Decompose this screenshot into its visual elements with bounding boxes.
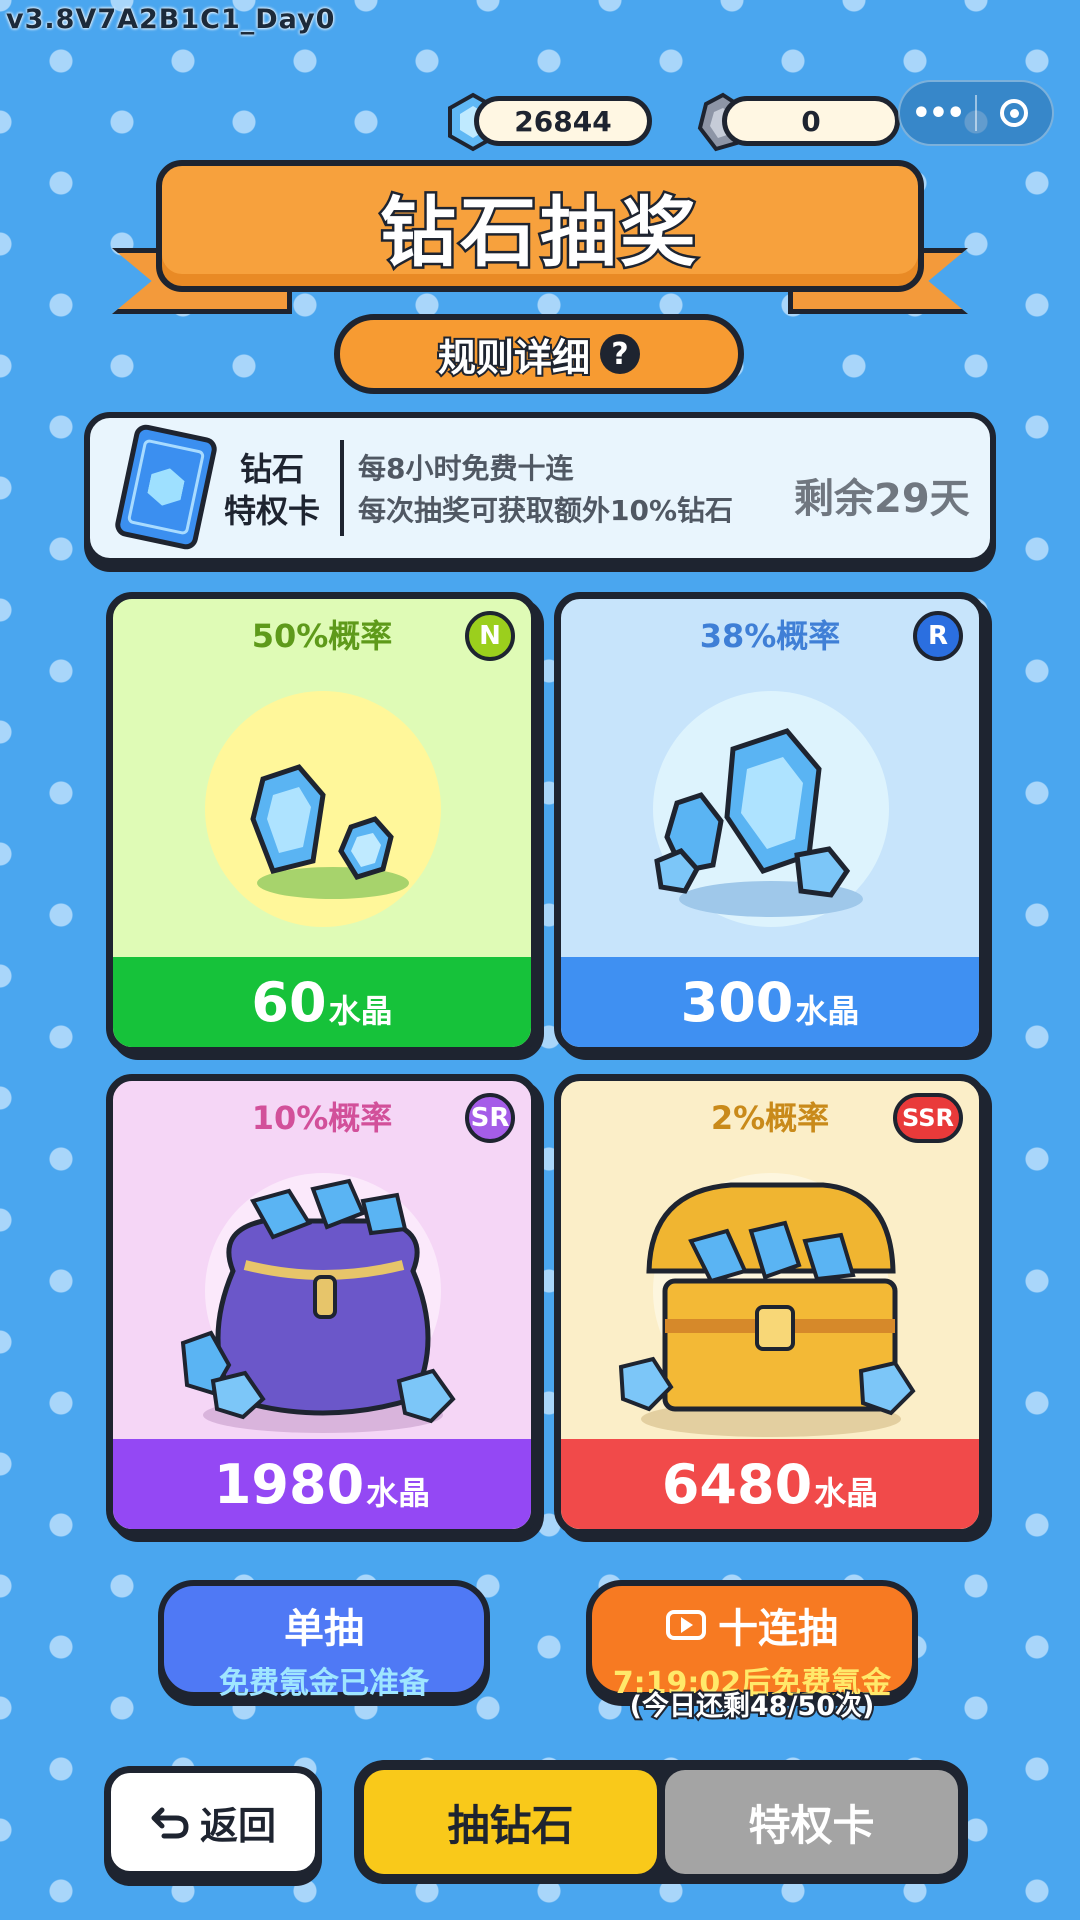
privilege-desc-line2: 每次抽奖可获取额外10%钻石 [358,494,734,527]
prize-unit: 水晶 [328,992,393,1030]
video-play-icon [666,1610,706,1640]
close-target-icon[interactable] [977,99,1052,127]
prize-amount: 300 [680,970,794,1034]
single-draw-label: 单抽 [284,1606,364,1652]
bottom-tab-bar: 抽钻石 特权卡 [354,1760,968,1884]
prize-card-sr: 10%概率 SR 1980 水晶 [106,1074,538,1536]
ten-draw-label: 十连抽 [718,1606,838,1652]
privilege-remaining: 剩余29天 [794,476,970,522]
prize-footer: 6480 水晶 [561,1439,979,1529]
prize-footer: 1980 水晶 [113,1439,531,1529]
prize-card-ssr: 2%概率 SSR 6480 水晶 [554,1074,986,1536]
more-icon[interactable]: ••• [900,96,975,131]
rarity-badge: SR [465,1093,515,1143]
title-banner: 钻石抽奖 [156,160,924,292]
prize-footer: 300 水晶 [561,957,979,1047]
privilege-desc-line1: 每8小时免费十连 [358,452,574,485]
tab-draw-diamond[interactable]: 抽钻石 [364,1770,657,1874]
diamond-balance: 26844 [474,96,652,146]
rarity-badge: R [913,611,963,661]
rules-button[interactable]: 规则详细 ? [334,314,744,394]
shard-balance: 0 [722,96,900,146]
privilege-description: 每8小时免费十连 每次抽奖可获取额外10%钻石 [358,448,733,532]
prize-amount: 6480 [661,1452,813,1516]
version-label: v3.8V7A2B1C1_Day0 [6,4,336,35]
prize-card-r: 38%概率 R 300 水晶 [554,592,986,1054]
prize-amount: 1980 [213,1452,365,1516]
privilege-name-line1: 钻石 [239,450,304,488]
ten-draw-button[interactable]: 十连抽 7:19:02后免费氪金 [586,1580,918,1701]
back-button[interactable]: 返回 [104,1766,322,1878]
privilege-divider [340,440,344,536]
privilege-name: 钻石 特权卡 [212,448,332,532]
single-draw-button[interactable]: 单抽 免费氪金已准备 [158,1580,490,1701]
miniprogram-capsule: ••• [898,80,1054,146]
privilege-name-line2: 特权卡 [223,492,320,530]
prize-footer: 60 水晶 [113,957,531,1047]
return-arrow-icon [151,1807,189,1839]
question-icon: ? [600,334,640,374]
back-label: 返回 [199,1803,276,1848]
single-draw-sub: 免费氪金已准备 [219,1666,429,1701]
rules-label: 规则详细 [436,334,592,382]
prize-amount: 60 [251,970,327,1034]
rarity-badge: N [465,611,515,661]
prize-unit: 水晶 [795,992,860,1030]
ten-draw-remaining: (今日还剩48/50次) [628,1689,877,1724]
prize-unit: 水晶 [814,1474,879,1512]
prize-card-n: 50%概率 N 60 水晶 [106,592,538,1054]
prize-unit: 水晶 [366,1474,431,1512]
page-title: 钻石抽奖 [378,186,700,280]
tab-privilege-card[interactable]: 特权卡 [665,1770,958,1874]
rarity-badge: SSR [893,1093,963,1143]
